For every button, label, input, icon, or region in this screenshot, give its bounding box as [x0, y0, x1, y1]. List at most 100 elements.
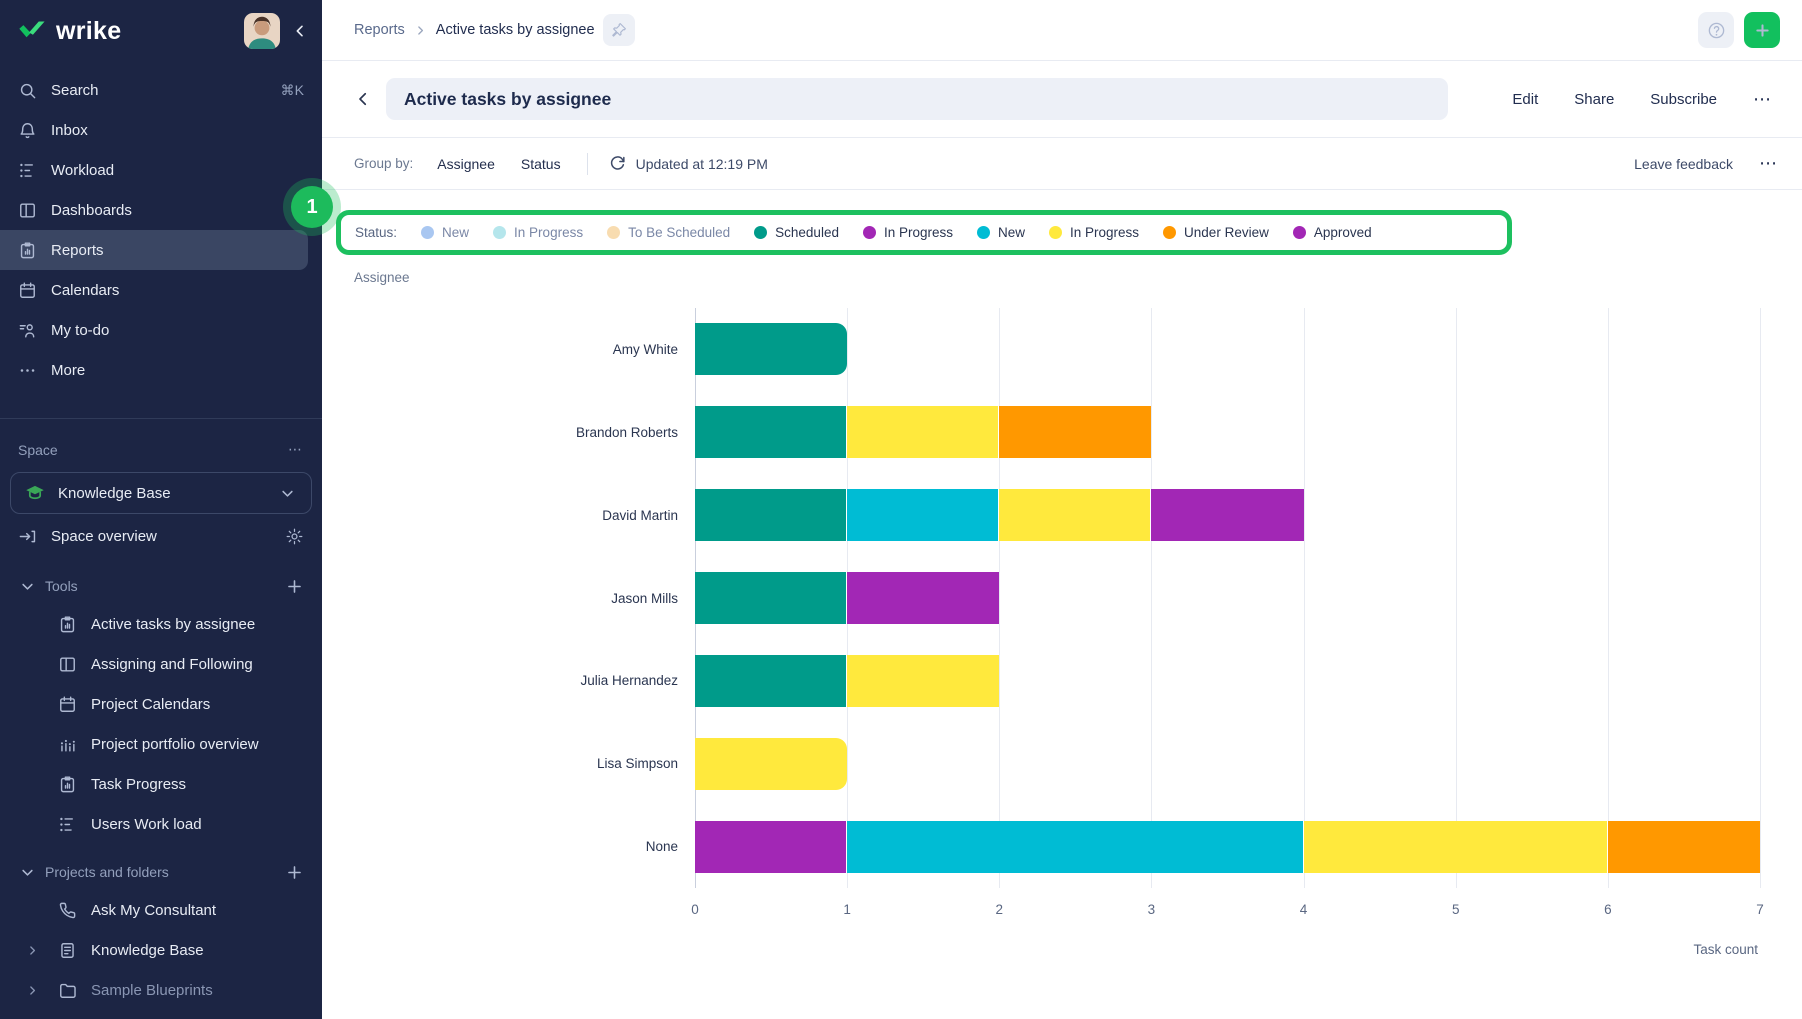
sidebar-item-calendars[interactable]: Calendars [0, 270, 322, 310]
category-label-julia-hernandez: Julia Hernandez [322, 639, 678, 722]
breadcrumb-reports[interactable]: Reports [354, 22, 405, 38]
sidebar-item-dashboards[interactable]: Dashboards [0, 190, 322, 230]
bar-segment-in-progress[interactable] [1304, 821, 1608, 873]
status-legend: Status: NewIn ProgressTo Be ScheduledSch… [336, 210, 1512, 255]
sidebar-collapse-button[interactable] [290, 21, 310, 41]
sidebar-item-more[interactable]: More [0, 350, 322, 390]
legend-item-in-progress[interactable]: In Progress [493, 225, 583, 240]
bar-julia-hernandez[interactable] [695, 655, 1760, 707]
bar-segment-under-review[interactable] [999, 406, 1151, 458]
bar-david-martin[interactable] [695, 489, 1760, 541]
sidebar-item-label: Ask My Consultant [91, 902, 216, 919]
gear-icon[interactable] [285, 527, 304, 546]
subscribe-button[interactable]: Subscribe [1650, 91, 1717, 108]
legend-item-new[interactable]: New [977, 225, 1025, 240]
bar-segment-approved[interactable] [1151, 489, 1303, 541]
sidebar-item-my-to-do[interactable]: My to-do [0, 310, 322, 350]
group-by-option-status[interactable]: Status [521, 156, 561, 172]
phone-icon [58, 901, 77, 920]
portfolio-icon [58, 735, 77, 754]
bar-row-lisa-simpson [695, 722, 1760, 805]
sidebar-item-search[interactable]: Search ⌘K [0, 70, 322, 110]
sidebar-item-knowledge-base[interactable]: Knowledge Base [0, 930, 322, 970]
sidebar-item-workload[interactable]: Workload [0, 150, 322, 190]
bar-lisa-simpson[interactable] [695, 738, 1760, 790]
group-by-option-assignee[interactable]: Assignee [437, 156, 495, 172]
shortcut-hint: ⌘K [281, 82, 304, 99]
legend-item-approved[interactable]: Approved [1293, 225, 1372, 240]
legend-item-label: Scheduled [775, 225, 839, 240]
bar-segment-in-progress[interactable] [695, 738, 847, 790]
sidebar-nav: Search ⌘K InboxWorkloadDashboardsReportsCa… [0, 62, 322, 390]
plus-icon[interactable] [285, 863, 304, 882]
bar-segment-in-progress[interactable] [695, 821, 847, 873]
sidebar-item-users-work-load[interactable]: Users Work load [0, 804, 322, 844]
legend-item-under-review[interactable]: Under Review [1163, 225, 1269, 240]
bar-brandon-roberts[interactable] [695, 406, 1760, 458]
section-header-projects-and-folders[interactable]: Projects and folders [0, 854, 322, 890]
folder-icon [58, 981, 77, 1000]
bar-jason-mills[interactable] [695, 572, 1760, 624]
share-button[interactable]: Share [1574, 91, 1614, 108]
add-button[interactable] [1744, 12, 1780, 48]
bar-segment-in-progress[interactable] [999, 489, 1151, 541]
todo-icon [18, 321, 37, 340]
legend-item-in-progress[interactable]: In Progress [1049, 225, 1139, 240]
legend-item-to-be-scheduled[interactable]: To Be Scheduled [607, 225, 730, 240]
space-selector[interactable]: Knowledge Base [10, 472, 312, 514]
legend-color-dot [607, 226, 620, 239]
bar-segment-under-review[interactable] [1608, 821, 1760, 873]
sidebar-item-ask-my-consultant[interactable]: Ask My Consultant [0, 890, 322, 930]
bar-segment-scheduled[interactable] [695, 323, 847, 375]
x-tick-0: 0 [691, 902, 699, 917]
bar-segment-in-progress[interactable] [847, 406, 999, 458]
sidebar-item-assigning-and-following[interactable]: Assigning and Following [0, 644, 322, 684]
sidebar-item-inbox[interactable]: Inbox [0, 110, 322, 150]
legend-item-in-progress[interactable]: In Progress [863, 225, 953, 240]
back-button[interactable] [354, 90, 372, 108]
bar-segment-scheduled[interactable] [695, 572, 847, 624]
sidebar-item-project-calendars[interactable]: Project Calendars [0, 684, 322, 724]
breadcrumb-bar: Reports Active tasks by assignee [322, 0, 1802, 61]
leave-feedback-link[interactable]: Leave feedback [1634, 156, 1733, 172]
plus-icon[interactable] [285, 577, 304, 596]
bar-none[interactable] [695, 821, 1760, 873]
pin-button[interactable] [603, 14, 635, 46]
wrike-logo[interactable]: wrike [18, 17, 121, 46]
edit-button[interactable]: Edit [1512, 91, 1538, 108]
bar-segment-scheduled[interactable] [695, 406, 847, 458]
bar-segment-new[interactable] [847, 821, 1303, 873]
sidebar-item-label: Search [51, 82, 267, 99]
bar-segment-new[interactable] [847, 489, 999, 541]
refresh-icon[interactable] [608, 154, 627, 173]
space-menu-icon[interactable]: ⋯ [288, 441, 304, 458]
title-overflow-button[interactable]: ⋯ [1753, 89, 1772, 110]
x-tick-1: 1 [843, 902, 851, 917]
user-avatar[interactable] [244, 13, 280, 49]
chart-plot-area [695, 308, 1760, 888]
section-header-tools[interactable]: Tools [0, 568, 322, 604]
sidebar-item-reports[interactable]: Reports [0, 230, 308, 270]
sidebar-item-sample-blueprints[interactable]: Sample Blueprints [0, 970, 322, 1010]
legend-color-dot [421, 226, 434, 239]
sidebar-item-label: Knowledge Base [91, 942, 204, 959]
expand-chevron-icon[interactable] [26, 944, 39, 957]
bar-segment-scheduled[interactable] [695, 489, 847, 541]
sidebar-item-task-progress[interactable]: Task Progress [0, 764, 322, 804]
sidebar-item-space-overview[interactable]: Space overview [0, 514, 322, 558]
doc-icon [58, 941, 77, 960]
bar-segment-scheduled[interactable] [695, 655, 847, 707]
bar-segment-in-progress[interactable] [847, 572, 999, 624]
expand-chevron-icon[interactable] [26, 984, 39, 997]
filter-overflow-button[interactable]: ⋯ [1759, 153, 1778, 174]
bar-segment-in-progress[interactable] [847, 655, 999, 707]
sidebar-item-active-tasks-by-assignee[interactable]: Active tasks by assignee [0, 604, 322, 644]
bar-amy-white[interactable] [695, 323, 1760, 375]
legend-item-label: New [998, 225, 1025, 240]
x-axis-title: Task count [1693, 942, 1758, 957]
help-button[interactable] [1698, 12, 1734, 48]
sidebar-item-project-portfolio-overview[interactable]: Project portfolio overview [0, 724, 322, 764]
legend-item-scheduled[interactable]: Scheduled [754, 225, 839, 240]
report-title-input[interactable] [386, 78, 1448, 120]
legend-item-new[interactable]: New [421, 225, 469, 240]
